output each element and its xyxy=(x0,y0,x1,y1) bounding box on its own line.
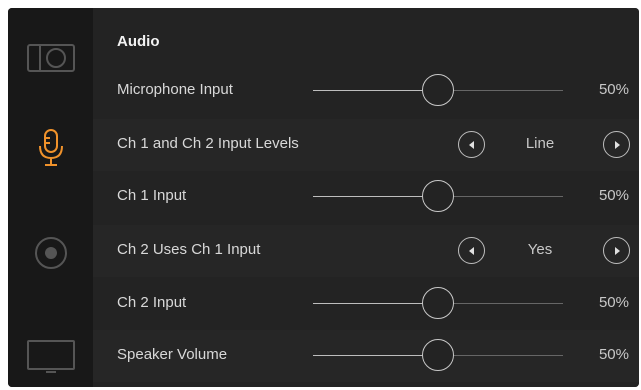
slider-thumb[interactable] xyxy=(422,339,454,371)
setting-label: Ch 1 and Ch 2 Input Levels xyxy=(117,135,299,152)
next-button[interactable] xyxy=(603,131,630,158)
chevron-left-icon xyxy=(468,140,474,149)
slider-thumb[interactable] xyxy=(422,180,454,212)
sidebar-item-display[interactable] xyxy=(8,326,93,386)
sidebar-item-camera[interactable] xyxy=(8,28,93,88)
setting-row-microphone-input: Microphone Input 50% xyxy=(93,65,639,117)
setting-value: Yes xyxy=(527,241,553,258)
setting-label: Ch 2 Input xyxy=(117,294,187,311)
section-title: Audio xyxy=(117,33,160,50)
setting-value: Line xyxy=(525,135,555,152)
chevron-right-icon xyxy=(614,246,620,255)
settings-panel: Audio Microphone Input 50% Ch 1 and Ch 2… xyxy=(8,8,639,387)
previous-button[interactable] xyxy=(458,131,485,158)
microphone-icon xyxy=(38,129,63,166)
main-content: Audio Microphone Input 50% Ch 1 and Ch 2… xyxy=(93,8,639,387)
next-button[interactable] xyxy=(603,237,630,264)
chevron-right-icon xyxy=(614,140,620,149)
camera-icon xyxy=(26,44,75,72)
setting-value: 50% xyxy=(598,294,629,311)
ch1-input-slider[interactable] xyxy=(313,180,563,212)
chevron-left-icon xyxy=(468,246,474,255)
setting-row-ch1-input: Ch 1 Input 50% xyxy=(93,171,639,223)
setting-label: Ch 1 Input xyxy=(117,187,187,204)
slider-fill xyxy=(313,303,438,304)
setting-value: 50% xyxy=(598,81,629,98)
slider-thumb[interactable] xyxy=(422,74,454,106)
record-icon xyxy=(34,237,67,269)
speaker-volume-slider[interactable] xyxy=(313,339,563,371)
sidebar-item-record[interactable] xyxy=(8,223,93,283)
setting-label: Microphone Input xyxy=(117,81,233,98)
setting-row-ch2-uses-ch1: Ch 2 Uses Ch 1 Input Yes xyxy=(93,225,639,277)
slider-fill xyxy=(313,355,438,356)
setting-value: 50% xyxy=(598,346,629,363)
sidebar-item-audio[interactable] xyxy=(8,118,93,178)
setting-label: Speaker Volume xyxy=(117,346,228,363)
setting-row-ch2-input: Ch 2 Input 50% xyxy=(93,278,639,330)
microphone-input-slider[interactable] xyxy=(313,74,563,106)
previous-button[interactable] xyxy=(458,237,485,264)
sidebar xyxy=(8,8,93,387)
setting-value: 50% xyxy=(598,187,629,204)
setting-row-speaker-volume: Speaker Volume 50% xyxy=(93,330,639,382)
slider-thumb[interactable] xyxy=(422,287,454,319)
setting-label: Ch 2 Uses Ch 1 Input xyxy=(117,241,261,258)
slider-fill xyxy=(313,90,438,91)
monitor-icon xyxy=(26,340,75,373)
setting-row-input-levels: Ch 1 and Ch 2 Input Levels Line xyxy=(93,119,639,171)
ch2-input-slider[interactable] xyxy=(313,287,563,319)
slider-fill xyxy=(313,196,438,197)
